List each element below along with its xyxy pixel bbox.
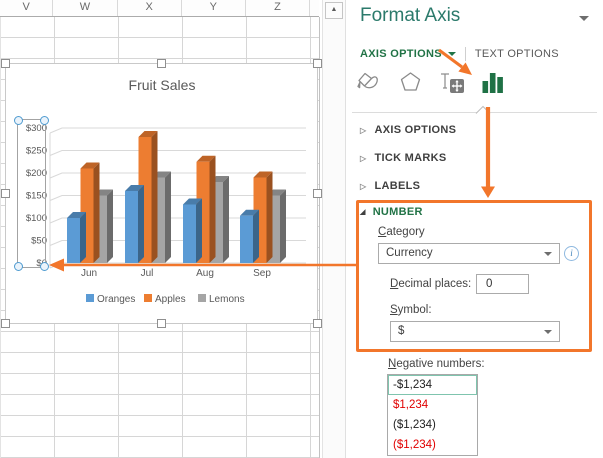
section-labels[interactable]: ▷ LABELS (360, 180, 420, 192)
negative-format-option[interactable]: ($1,234) (388, 415, 477, 435)
expanded-arrow-icon: ◢ (360, 208, 366, 216)
svg-text:Fruit Sales: Fruit Sales (129, 77, 196, 93)
chart-resize-handle[interactable] (1, 319, 10, 328)
size-properties-icon[interactable] (439, 70, 465, 94)
chart-resize-handle[interactable] (313, 59, 322, 68)
svg-text:$100: $100 (26, 213, 47, 224)
column-headers: V W X Y Z (0, 0, 319, 17)
negative-format-option[interactable]: -$1,234 (388, 375, 477, 395)
svg-text:$0: $0 (36, 258, 47, 269)
column-header[interactable]: W (53, 0, 117, 16)
fill-line-icon[interactable] (356, 70, 382, 94)
pane-icon-row (356, 70, 504, 94)
section-label: NUMBER (373, 206, 423, 218)
effects-icon[interactable] (399, 70, 422, 94)
chevron-down-icon (544, 330, 552, 338)
collapsed-arrow-icon: ▷ (360, 126, 366, 135)
column-header[interactable]: Z (246, 0, 310, 16)
scroll-up-icon: ▲ (331, 6, 338, 13)
section-label: LABELS (374, 180, 420, 192)
scroll-up-button[interactable]: ▲ (325, 2, 343, 19)
negative-format-option[interactable]: ($1,234) (388, 435, 477, 455)
symbol-value: $ (398, 325, 404, 337)
pane-title: Format Axis (360, 5, 460, 27)
format-axis-pane: Format Axis AXIS OPTIONS TEXT OPTIONS (346, 0, 603, 458)
column-header[interactable]: V (0, 0, 53, 16)
pane-tabs: AXIS OPTIONS TEXT OPTIONS (360, 47, 559, 61)
chart-resize-handle[interactable] (313, 319, 322, 328)
chart-resize-handle[interactable] (157, 59, 166, 68)
decimal-places-input[interactable]: 0 (476, 274, 529, 294)
category-value: Currency (386, 247, 433, 259)
tab-text-options[interactable]: TEXT OPTIONS (475, 48, 559, 60)
section-label: AXIS OPTIONS (374, 124, 456, 136)
svg-text:Aug: Aug (196, 268, 214, 279)
chevron-down-icon (544, 252, 552, 260)
chart-resize-handle[interactable] (1, 59, 10, 68)
chart-svg[interactable]: Fruit Sales $0 $50 $100 $150 $200 $250 $300 Jun J… (6, 64, 317, 323)
tab-divider (465, 47, 466, 61)
svg-text:Lemons: Lemons (209, 294, 245, 305)
svg-text:$250: $250 (26, 146, 47, 157)
negative-numbers-label: Negative numbers: (388, 358, 485, 370)
chart-resize-handle[interactable] (157, 319, 166, 328)
column-header-partial (310, 0, 319, 16)
vertical-scrollbar[interactable] (322, 0, 346, 458)
symbol-dropdown[interactable]: $ (390, 321, 560, 342)
svg-text:$50: $50 (31, 236, 47, 247)
collapsed-arrow-icon: ▷ (360, 182, 366, 191)
fruit-sales-chart[interactable]: Fruit Sales $0 $50 $100 $150 $200 $250 $300 Jun J… (5, 63, 318, 324)
column-header[interactable]: Y (182, 0, 246, 16)
chart-resize-handle[interactable] (313, 189, 322, 198)
pane-divider (352, 112, 597, 113)
tab-axis-options[interactable]: AXIS OPTIONS (360, 48, 442, 60)
svg-text:Jun: Jun (81, 268, 97, 279)
symbol-label: Symbol: (390, 304, 432, 316)
svg-text:$300: $300 (26, 123, 47, 134)
svg-text:$150: $150 (26, 191, 47, 202)
axis-options-dropdown-icon[interactable] (448, 52, 456, 60)
svg-text:Jul: Jul (141, 268, 154, 279)
section-number[interactable]: ◢ NUMBER (360, 206, 423, 218)
category-dropdown[interactable]: Currency (378, 243, 560, 264)
section-label: TICK MARKS (374, 152, 446, 164)
section-axis-options[interactable]: ▷ AXIS OPTIONS (360, 124, 456, 136)
svg-text:Apples: Apples (155, 294, 186, 305)
info-icon[interactable]: i (564, 246, 579, 261)
axis-options-chart-icon[interactable] (482, 70, 504, 94)
decimal-places-label: Decimal places: (390, 278, 471, 290)
section-tick-marks[interactable]: ▷ TICK MARKS (360, 152, 447, 164)
column-header[interactable]: X (118, 0, 182, 16)
collapsed-arrow-icon: ▷ (360, 154, 366, 163)
negative-numbers-list[interactable]: -$1,234$1,234($1,234)($1,234) (387, 374, 478, 456)
chart-resize-handle[interactable] (1, 189, 10, 198)
negative-format-option[interactable]: $1,234 (388, 395, 477, 415)
svg-text:$200: $200 (26, 168, 47, 179)
category-label: Category (378, 226, 425, 238)
svg-text:Sep: Sep (253, 268, 271, 279)
svg-text:Oranges: Oranges (97, 294, 135, 305)
pane-menu-chevron-down-icon[interactable] (579, 16, 589, 26)
